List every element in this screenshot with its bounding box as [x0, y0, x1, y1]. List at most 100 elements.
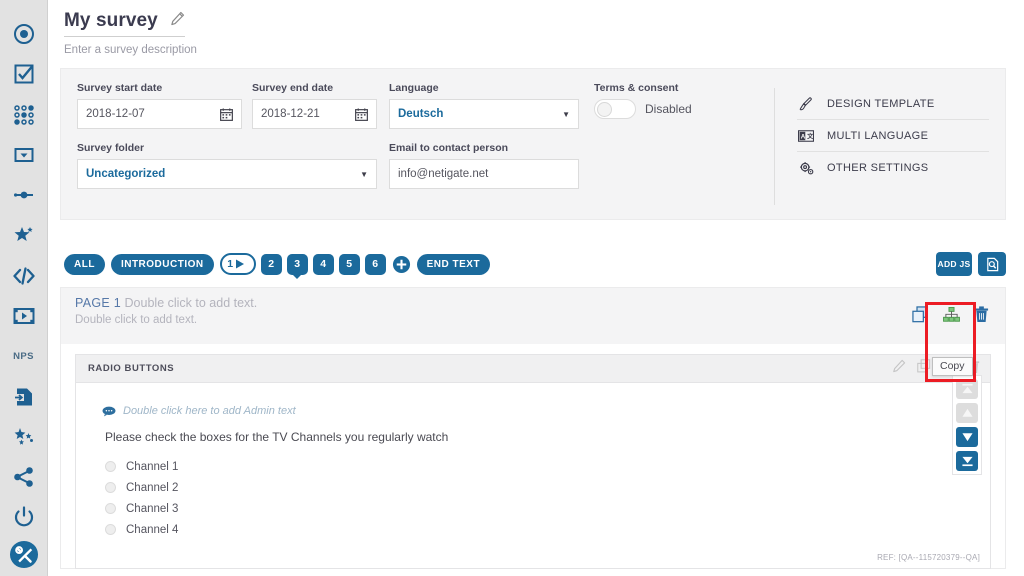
- main-content: My survey Enter a survey description Sur…: [48, 0, 1024, 576]
- move-down-button[interactable]: [956, 427, 978, 447]
- copy-tooltip: Copy: [932, 357, 973, 376]
- other-settings-label: OTHER SETTINGS: [827, 162, 929, 174]
- html-code-icon: [12, 267, 35, 285]
- survey-folder-select[interactable]: Uncategorized ▼: [77, 159, 377, 189]
- preview-document-icon: [986, 257, 998, 271]
- multi-language-link[interactable]: A 文 MULTI LANGUAGE: [797, 120, 989, 152]
- survey-description-placeholder[interactable]: Enter a survey description: [64, 44, 1006, 56]
- end-date-label: Survey end date: [252, 82, 334, 94]
- matrix-grid-icon: [13, 104, 34, 125]
- admin-text-row[interactable]: Double click here to add Admin text: [102, 405, 990, 417]
- sidebar-item-share[interactable]: [7, 461, 41, 493]
- multi-language-label: MULTI LANGUAGE: [827, 129, 929, 142]
- radio-button-icon: [13, 24, 34, 45]
- design-template-label: DESIGN TEMPLATE: [827, 97, 935, 110]
- start-date-value: 2018-12-07: [86, 108, 145, 120]
- toggle-knob: [597, 102, 612, 117]
- plus-circle-icon: [392, 255, 410, 273]
- tab-end-text[interactable]: END TEXT: [416, 253, 491, 275]
- end-date-field: Survey end date 2018-12-21: [252, 82, 377, 129]
- sidebar-item-import[interactable]: [7, 380, 41, 412]
- settings-links: DESIGN TEMPLATE A 文 MULTI LANGUAGE OTHER…: [774, 88, 989, 205]
- radio-icon[interactable]: [105, 503, 116, 514]
- media-video-icon: [13, 307, 34, 324]
- up-icon: [961, 408, 973, 417]
- page-title: My survey: [64, 10, 158, 31]
- sidebar-item-html[interactable]: [7, 260, 41, 292]
- delete-page-icon[interactable]: [974, 306, 989, 323]
- logic-page-icon[interactable]: [943, 307, 960, 322]
- tab-page-3[interactable]: 3: [286, 253, 308, 275]
- list-item[interactable]: Channel 4: [105, 519, 990, 540]
- move-up-button[interactable]: [956, 403, 978, 423]
- slider-icon: [13, 191, 33, 199]
- question-reference: REF: [QA--115720379--QA]: [877, 553, 980, 562]
- double-up-icon: [961, 383, 973, 394]
- contact-email-input[interactable]: info@netigate.net: [389, 159, 579, 189]
- start-date-label: Survey start date: [77, 82, 163, 94]
- rating-star-icon: [14, 227, 33, 242]
- page-heading-placeholder[interactable]: Double click to add text.: [125, 296, 258, 310]
- list-item[interactable]: Channel 3: [105, 498, 990, 519]
- preview-survey-button[interactable]: [978, 252, 1006, 276]
- tab-page-1[interactable]: 1: [219, 253, 256, 275]
- page-subtext-placeholder[interactable]: Double click to add text.: [75, 314, 993, 326]
- other-settings-link[interactable]: OTHER SETTINGS: [797, 152, 989, 184]
- question-move-buttons: [952, 375, 982, 475]
- design-template-link[interactable]: DESIGN TEMPLATE: [797, 88, 989, 120]
- language-select[interactable]: Deutsch ▼: [389, 99, 579, 129]
- move-to-top-button[interactable]: [956, 379, 978, 399]
- tab-page-5[interactable]: 5: [338, 253, 360, 275]
- add-page-button[interactable]: [392, 255, 411, 274]
- sidebar-item-rating[interactable]: [7, 219, 41, 251]
- calendar-icon[interactable]: [220, 107, 233, 121]
- sidebar-item-power[interactable]: [7, 501, 41, 533]
- sidebar-item-checkbox[interactable]: [7, 58, 41, 90]
- radio-icon[interactable]: [105, 524, 116, 535]
- list-item[interactable]: Channel 2: [105, 477, 990, 498]
- option-label: Channel 4: [126, 523, 179, 536]
- radio-icon[interactable]: [105, 461, 116, 472]
- question-text[interactable]: Please check the boxes for the TV Channe…: [105, 430, 990, 444]
- start-date-input[interactable]: 2018-12-07: [77, 99, 242, 129]
- sidebar-item-media[interactable]: [7, 300, 41, 332]
- question-options: Channel 1 Channel 2 Channel 3 Channel 4: [105, 456, 990, 540]
- move-to-bottom-button[interactable]: [956, 451, 978, 471]
- list-item[interactable]: Channel 1: [105, 456, 990, 477]
- tab-introduction[interactable]: INTRODUCTION: [110, 253, 214, 275]
- edit-question-icon[interactable]: [892, 359, 906, 379]
- smart-questions-icon: [14, 427, 33, 445]
- option-label: Channel 2: [126, 481, 179, 494]
- sidebar-item-matrix[interactable]: [7, 99, 41, 131]
- sidebar-item-tools[interactable]: [9, 541, 38, 569]
- tab-bar-actions: ADD JS: [936, 252, 1006, 276]
- radio-icon[interactable]: [105, 482, 116, 493]
- sidebar-item-slider[interactable]: [7, 179, 41, 211]
- tab-all[interactable]: ALL: [64, 253, 105, 275]
- language-label: Language: [389, 82, 439, 94]
- sidebar-item-radio-button[interactable]: [7, 18, 41, 50]
- question-card-header: RADIO BUTTONS: [76, 355, 990, 383]
- terms-consent-toggle[interactable]: [594, 99, 636, 119]
- calendar-icon[interactable]: [355, 107, 368, 121]
- app-root: NPS My survey Enter a survey description…: [0, 0, 1024, 576]
- terms-consent-field: Terms & consent Disabled: [594, 82, 774, 129]
- add-js-button[interactable]: ADD JS: [936, 252, 972, 276]
- tab-page-4[interactable]: 4: [312, 253, 334, 275]
- start-date-field: Survey start date 2018-12-07: [77, 82, 242, 129]
- sidebar-item-dropdown[interactable]: [7, 139, 41, 171]
- page-tab-bar: ALL INTRODUCTION 1 2 3 4 5 6 END TEXT AD…: [60, 252, 1006, 276]
- pencil-icon[interactable]: [170, 11, 185, 31]
- tab-page-6[interactable]: 6: [364, 253, 386, 275]
- sidebar-item-nps[interactable]: NPS: [7, 340, 41, 372]
- end-date-value: 2018-12-21: [261, 108, 320, 120]
- svg-text:文: 文: [807, 132, 814, 140]
- settings-fields: Survey start date 2018-12-07 Survey end …: [77, 82, 774, 219]
- tab-page-2[interactable]: 2: [260, 253, 282, 275]
- copy-page-icon[interactable]: [912, 306, 929, 323]
- copy-question-icon[interactable]: [917, 358, 931, 379]
- option-label: Channel 1: [126, 460, 179, 473]
- sidebar-item-smart-questions[interactable]: [7, 421, 41, 453]
- contact-email-value: info@netigate.net: [398, 168, 489, 180]
- end-date-input[interactable]: 2018-12-21: [252, 99, 377, 129]
